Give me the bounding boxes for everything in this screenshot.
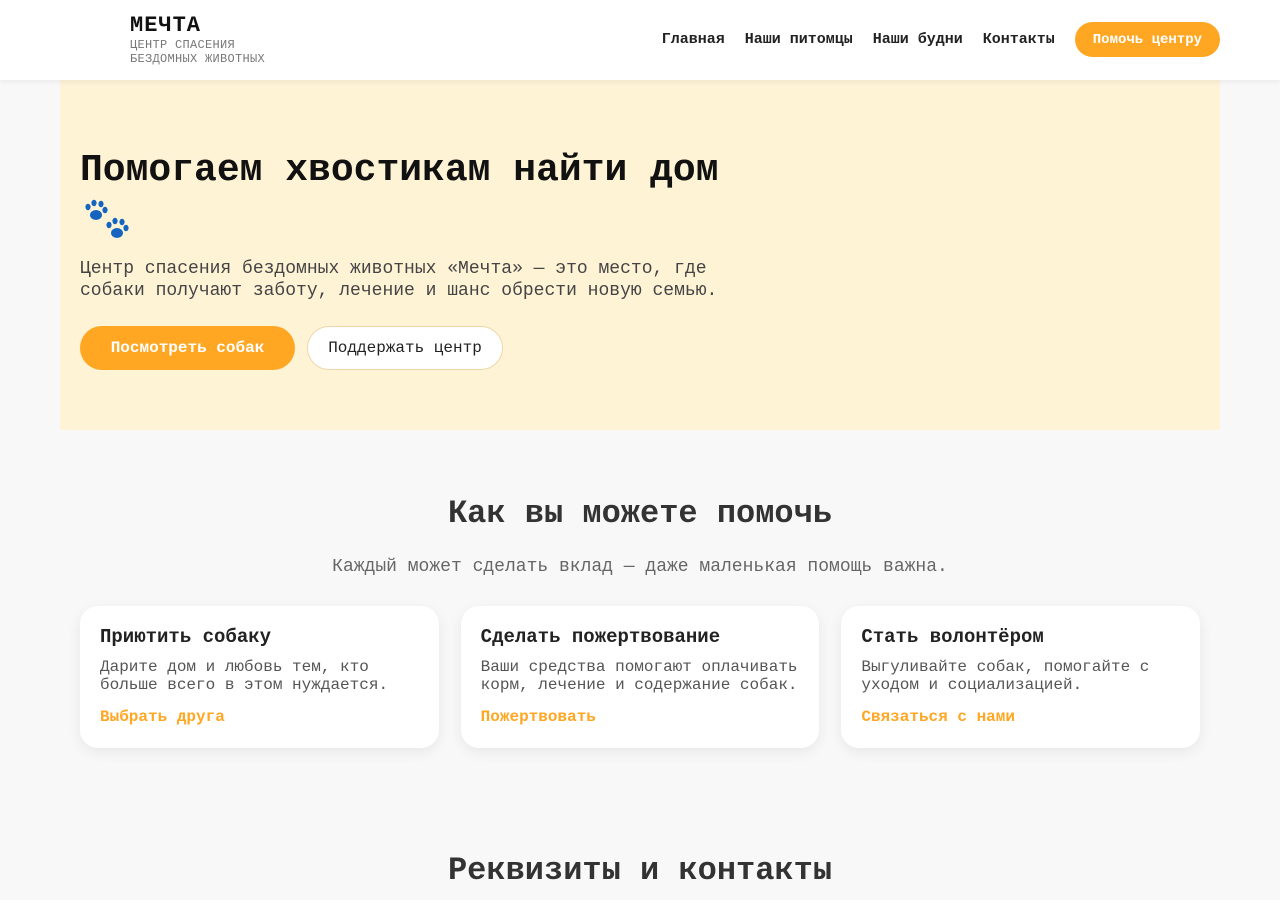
hero-section: Помогаем хвостикам найти дом Центр спасе… — [60, 80, 1220, 430]
contacts-section-title: Реквизиты и контакты — [447, 852, 833, 889]
paw-prints-icon — [85, 199, 129, 238]
choose-friend-link[interactable]: Выбрать друга — [100, 708, 419, 726]
card-text: Дарите дом и любовь тем, кто больше всег… — [100, 658, 389, 694]
nav-item-pets[interactable]: Наши питомцы — [745, 31, 853, 48]
card-volunteer: Стать волонтёром Выгуливайте собак, помо… — [841, 606, 1201, 748]
hero-title: Помогаем хвостикам найти дом — [80, 149, 719, 192]
hero-description: Центр спасения бездомных животных «Мечта… — [80, 259, 718, 301]
help-section-title: Как вы можете помочь — [447, 495, 833, 532]
card-title: Сделать пожертвование — [480, 626, 721, 648]
card-adopt: Приютить собаку Дарите дом и любовь тем,… — [80, 606, 439, 748]
help-section-subtitle: Каждый может сделать вклад — даже малень… — [332, 557, 948, 577]
logo-subtitle: ЦЕНТР СПАСЕНИЯ БЕЗДОМНЫХ ЖИВОТНЫХ — [130, 38, 266, 66]
help-center-button[interactable]: Помочь центру — [1074, 22, 1220, 57]
view-dogs-button[interactable]: Посмотреть собак — [80, 326, 295, 370]
nav-item-daily-life[interactable]: Наши будни — [873, 31, 963, 48]
site-header: МЕЧТА ЦЕНТР СПАСЕНИЯ БЕЗДОМНЫХ ЖИВОТНЫХ … — [0, 0, 1280, 80]
card-donate: Сделать пожертвование Ваши средства помо… — [460, 606, 820, 748]
nav-item-home[interactable]: Главная — [662, 31, 725, 48]
support-center-button[interactable]: Поддержать центр — [307, 326, 503, 370]
card-title: Приютить собаку — [100, 626, 272, 648]
donate-link[interactable]: Пожертвовать — [481, 708, 800, 726]
logo-title: МЕЧТА — [130, 13, 202, 38]
card-title: Стать волонтёром — [861, 626, 1044, 648]
card-text: Выгуливайте собак, помогайте с уходом и … — [861, 658, 1150, 694]
help-cards: Приютить собаку Дарите дом и любовь тем,… — [80, 606, 1201, 748]
logo[interactable]: МЕЧТА ЦЕНТР СПАСЕНИЯ БЕЗДОМНЫХ ЖИВОТНЫХ — [130, 13, 290, 67]
contact-us-link[interactable]: Связаться с нами — [861, 708, 1180, 726]
main-nav: Главная Наши питомцы Наши будни Контакты… — [662, 22, 1220, 57]
nav-item-contacts[interactable]: Контакты — [983, 31, 1055, 48]
card-text: Ваши средства помогают оплачивать корм, … — [480, 658, 798, 694]
